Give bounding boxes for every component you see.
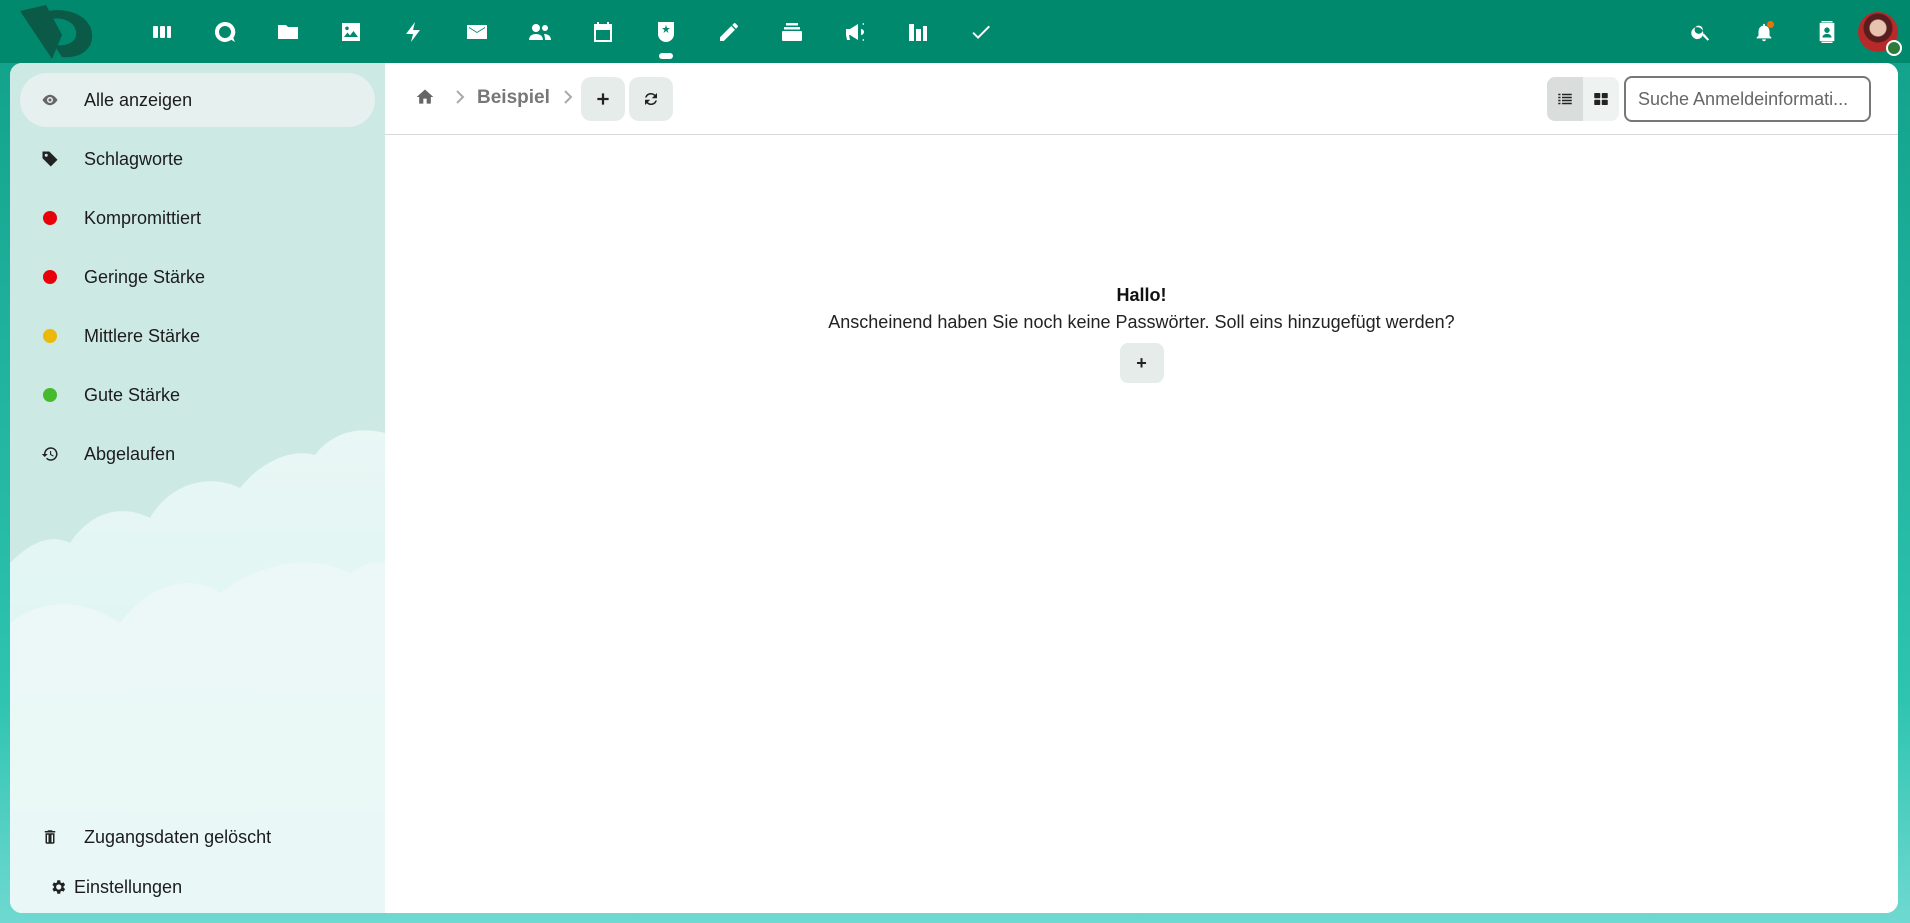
plus-icon bbox=[597, 93, 609, 105]
app-passwords[interactable] bbox=[634, 0, 697, 63]
sidebar-item-weak[interactable]: Geringe Stärke bbox=[20, 250, 375, 304]
trash-icon bbox=[40, 827, 60, 847]
navigation-sidebar: Alle anzeigen Schlagworte Kompromittiert… bbox=[10, 63, 385, 913]
app-analytics[interactable] bbox=[886, 0, 949, 63]
sidebar-footer: Zugangsdaten gelöscht Einstellungen bbox=[20, 813, 375, 913]
search-icon bbox=[1690, 25, 1709, 41]
eye-icon bbox=[40, 90, 60, 110]
gear-icon bbox=[48, 877, 68, 897]
status-dot-icon bbox=[40, 208, 60, 228]
unified-search-button[interactable] bbox=[1669, 0, 1732, 63]
tag-icon bbox=[40, 149, 60, 169]
sidebar-item-label: Abgelaufen bbox=[84, 443, 176, 464]
sidebar-item-label: Schlagworte bbox=[84, 148, 184, 169]
empty-state: Hallo! Anscheinend haben Sie noch keine … bbox=[385, 283, 1898, 383]
content-toolbar: Beispiel bbox=[385, 63, 1898, 135]
app-photos[interactable] bbox=[319, 0, 382, 63]
app-tasks[interactable] bbox=[949, 0, 1012, 63]
sidebar-item-tags[interactable]: Schlagworte bbox=[20, 132, 375, 186]
red-dot-icon bbox=[43, 270, 57, 284]
contacts-icon bbox=[528, 23, 551, 40]
sidebar-item-strong[interactable]: Gute Stärke bbox=[20, 368, 375, 422]
status-dot-icon bbox=[40, 326, 60, 346]
passwords-icon bbox=[657, 21, 674, 42]
yellow-dot-icon bbox=[43, 329, 57, 343]
green-dot-icon bbox=[43, 388, 57, 402]
sidebar-item-trash[interactable]: Zugangsdaten gelöscht bbox=[20, 813, 375, 861]
main-content: Beispiel Hallo! Anscheinend bbox=[385, 63, 1898, 913]
announcement-icon bbox=[845, 22, 864, 41]
app-mail[interactable] bbox=[445, 0, 508, 63]
check-icon bbox=[971, 25, 990, 39]
sidebar-item-label: Mittlere Stärke bbox=[84, 325, 201, 346]
search-input[interactable] bbox=[1624, 76, 1871, 122]
notifications-button[interactable] bbox=[1732, 0, 1795, 63]
chevron-right-icon bbox=[453, 87, 467, 107]
header-right bbox=[1669, 0, 1910, 63]
sidebar-item-show-all[interactable]: Alle anzeigen bbox=[20, 73, 375, 127]
status-dot-icon bbox=[40, 267, 60, 287]
lightning-icon bbox=[405, 21, 420, 42]
talk-icon bbox=[214, 21, 235, 42]
app-notes[interactable] bbox=[697, 0, 760, 63]
app-activity[interactable] bbox=[382, 0, 445, 63]
refresh-button[interactable] bbox=[629, 77, 673, 121]
top-header bbox=[0, 0, 1910, 63]
grid-view-button[interactable] bbox=[1583, 77, 1619, 121]
sidebar-item-label: Gute Stärke bbox=[84, 384, 181, 405]
app-files[interactable] bbox=[256, 0, 319, 63]
refresh-icon bbox=[645, 92, 657, 106]
contact-card-icon bbox=[1819, 20, 1834, 43]
sidebar-nav-list: Alle anzeigen Schlagworte Kompromittiert… bbox=[20, 73, 375, 486]
sidebar-item-medium[interactable]: Mittlere Stärke bbox=[20, 309, 375, 363]
mail-icon bbox=[466, 24, 487, 39]
list-icon bbox=[1558, 93, 1572, 105]
image-icon bbox=[341, 22, 360, 41]
chevron-right-icon bbox=[561, 87, 575, 107]
nextcloud-logo[interactable] bbox=[18, 5, 96, 59]
view-mode-toggle bbox=[1547, 77, 1619, 121]
trash-label: Zugangsdaten gelöscht bbox=[84, 826, 272, 847]
app-deck[interactable] bbox=[760, 0, 823, 63]
app-menu bbox=[130, 0, 1012, 63]
app-announcements[interactable] bbox=[823, 0, 886, 63]
app-content-shell: Alle anzeigen Schlagworte Kompromittiert… bbox=[10, 63, 1898, 913]
breadcrumb-current[interactable]: Beispiel bbox=[477, 87, 550, 109]
empty-state-title: Hallo! bbox=[1116, 285, 1167, 305]
status-dot-icon bbox=[40, 385, 60, 405]
online-status-indicator bbox=[1886, 39, 1902, 56]
folder-icon bbox=[277, 24, 298, 39]
sidebar-item-label: Geringe Stärke bbox=[84, 266, 206, 287]
sidebar-item-compromised[interactable]: Kompromittiert bbox=[20, 191, 375, 245]
app-calendar[interactable] bbox=[571, 0, 634, 63]
app-contacts[interactable] bbox=[508, 0, 571, 63]
history-icon bbox=[40, 444, 60, 464]
add-entry-button[interactable] bbox=[581, 77, 625, 121]
sidebar-item-label: Kompromittiert bbox=[84, 207, 202, 228]
list-view-button[interactable] bbox=[1547, 77, 1583, 121]
chart-icon bbox=[908, 23, 927, 41]
settings-button[interactable]: Einstellungen bbox=[20, 861, 375, 913]
empty-state-text: Anscheinend haben Sie noch keine Passwör… bbox=[828, 312, 1455, 332]
deck-icon bbox=[781, 22, 802, 41]
pencil-icon bbox=[719, 22, 738, 41]
calendar-icon bbox=[593, 21, 612, 42]
sidebar-item-expired[interactable]: Abgelaufen bbox=[20, 427, 375, 481]
grid-icon bbox=[1594, 93, 1608, 105]
user-avatar[interactable] bbox=[1858, 11, 1902, 56]
home-icon bbox=[416, 89, 434, 104]
breadcrumb-home[interactable] bbox=[413, 85, 437, 109]
empty-state-add-button[interactable]: + bbox=[1119, 343, 1164, 383]
contacts-menu-button[interactable] bbox=[1795, 0, 1858, 63]
settings-label: Einstellungen bbox=[74, 876, 183, 897]
dashboard-icon bbox=[152, 25, 171, 38]
app-dashboard[interactable] bbox=[130, 0, 193, 63]
red-dot-icon bbox=[43, 211, 57, 225]
notification-badge bbox=[1767, 21, 1774, 28]
sidebar-item-label: Alle anzeigen bbox=[84, 89, 193, 110]
app-talk[interactable] bbox=[193, 0, 256, 63]
